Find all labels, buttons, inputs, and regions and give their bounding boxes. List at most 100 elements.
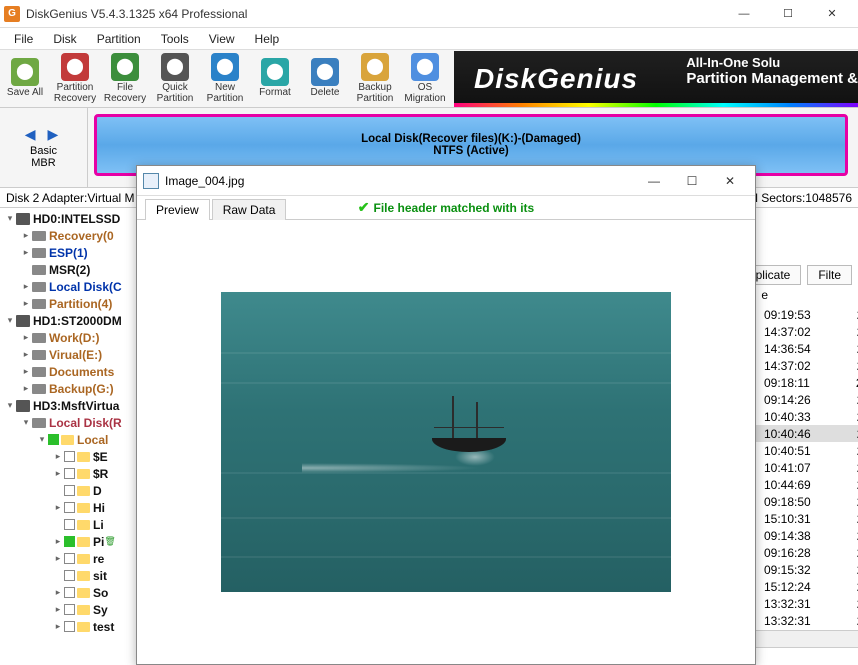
file-time: 15:10:31: [764, 512, 811, 526]
tab-rawdata[interactable]: Raw Data: [212, 199, 287, 220]
preview-minimize-button[interactable]: ―: [635, 167, 673, 195]
tree-checkbox[interactable]: [64, 451, 75, 462]
tree-checkbox[interactable]: [64, 570, 75, 581]
menu-tools[interactable]: Tools: [151, 30, 199, 48]
menu-partition[interactable]: Partition: [87, 30, 151, 48]
folder-icon: [77, 537, 90, 547]
tree-twist-icon[interactable]: ▸: [20, 383, 32, 394]
disk-icon: [32, 418, 46, 428]
tool-quick-part[interactable]: ⬤Quick Partition: [150, 51, 200, 107]
tool-file-recovery[interactable]: ⬤File Recovery: [100, 51, 150, 107]
filter-button[interactable]: Filte: [807, 265, 852, 285]
folder-icon: [77, 503, 90, 513]
tree-twist-icon[interactable]: ▸: [20, 349, 32, 360]
hdd-icon: [16, 213, 30, 225]
menu-view[interactable]: View: [199, 30, 245, 48]
tree-twist-icon[interactable]: ▾: [4, 400, 16, 411]
minimize-button[interactable]: ―: [722, 0, 766, 28]
file-time: 09:19:53: [764, 308, 811, 322]
tree-twist-icon[interactable]: ▸: [20, 332, 32, 343]
preview-file-icon: [143, 173, 159, 189]
tree-twist-icon[interactable]: ▸: [52, 621, 64, 632]
tree-twist-icon[interactable]: ▸: [52, 502, 64, 513]
folder-icon: [77, 469, 90, 479]
tree-twist-icon[interactable]: ▸: [52, 451, 64, 462]
tree-checkbox[interactable]: [64, 536, 75, 547]
tree-twist-icon[interactable]: ▸: [20, 366, 32, 377]
folder-icon: [77, 554, 90, 564]
tree-label: Work(D:): [49, 331, 99, 345]
tool-part-recovery[interactable]: ⬤Partition Recovery: [50, 51, 100, 107]
menubar: FileDiskPartitionToolsViewHelp: [0, 28, 858, 50]
folder-icon: [61, 435, 74, 445]
file-time: 09:14:38: [764, 529, 811, 543]
tree-checkbox[interactable]: [64, 502, 75, 513]
tree-checkbox[interactable]: [64, 553, 75, 564]
tool-backup[interactable]: ⬤Backup Partition: [350, 51, 400, 107]
menu-disk[interactable]: Disk: [43, 30, 86, 48]
disk-icon: [32, 299, 46, 309]
tool-label: File Recovery: [100, 83, 150, 104]
tree-twist-icon[interactable]: ▸: [20, 298, 32, 309]
menu-file[interactable]: File: [4, 30, 43, 48]
disk-icon: [32, 367, 46, 377]
preview-close-button[interactable]: ✕: [711, 167, 749, 195]
format-icon: ⬤: [261, 58, 289, 86]
backup-icon: ⬤: [361, 53, 389, 81]
tree-twist-icon[interactable]: ▾: [4, 315, 16, 326]
tree-twist-icon[interactable]: ▸: [20, 230, 32, 241]
file-time: 10:40:51: [764, 444, 811, 458]
tool-save-all[interactable]: ⬤ Save All: [0, 51, 50, 107]
tree-twist-icon[interactable]: ▸: [52, 604, 64, 615]
rainbow-divider: [454, 103, 858, 107]
tree-twist-icon[interactable]: ▾: [4, 213, 16, 224]
tree-twist-icon[interactable]: ▾: [20, 417, 32, 428]
nav-arrows[interactable]: ◀ ▶: [25, 126, 62, 143]
tree-checkbox[interactable]: [64, 604, 75, 615]
menu-help[interactable]: Help: [245, 30, 290, 48]
file-time: 09:15:32: [764, 563, 811, 577]
tool-os-migration[interactable]: ⬤OS Migration: [400, 51, 450, 107]
file-time: 15:12:24: [764, 580, 811, 594]
preview-body: [137, 220, 755, 664]
tree-twist-icon[interactable]: ▸: [52, 536, 64, 547]
tree-label: Local Disk(C: [49, 280, 122, 294]
tree-twist-icon[interactable]: ▸: [52, 553, 64, 564]
tree-twist-icon[interactable]: ▸: [52, 587, 64, 598]
file-time: 09:14:26: [764, 393, 811, 407]
tree-checkbox[interactable]: [64, 468, 75, 479]
tool-delete[interactable]: ⬤Delete: [300, 51, 350, 107]
file-time: 13:32:31: [764, 597, 811, 611]
tree-label: Li: [93, 518, 104, 532]
tree-twist-icon[interactable]: ▸: [20, 281, 32, 292]
folder-icon: [77, 486, 90, 496]
quick-part-icon: ⬤: [161, 53, 189, 81]
preview-maximize-button[interactable]: ☐: [673, 167, 711, 195]
tree-twist-icon[interactable]: ▸: [52, 468, 64, 479]
tool-new-part[interactable]: ⬤New Partition: [200, 51, 250, 107]
tool-format[interactable]: ⬤Format: [250, 51, 300, 107]
preview-window: Image_004.jpg ― ☐ ✕ Preview Raw Data ✔ F…: [136, 165, 756, 665]
tree-checkbox[interactable]: [64, 621, 75, 632]
banner-title: DiskGenius: [474, 63, 638, 95]
tree-twist-icon[interactable]: ▾: [36, 434, 48, 445]
maximize-button[interactable]: ☐: [766, 0, 810, 28]
folder-icon: [77, 520, 90, 530]
tree-checkbox[interactable]: [64, 485, 75, 496]
disk-icon: [32, 333, 46, 343]
tree-checkbox[interactable]: [48, 434, 59, 445]
tree-label: Backup(G:): [49, 382, 114, 396]
tab-preview[interactable]: Preview: [145, 199, 210, 220]
titlebar: G DiskGenius V5.4.3.1325 x64 Professiona…: [0, 0, 858, 28]
save-all-icon: ⬤: [11, 58, 39, 86]
tree-label: HD3:MsftVirtua: [33, 399, 119, 413]
tool-label: Save All: [7, 88, 43, 99]
tree-label: ESP(1): [49, 246, 88, 260]
tree-checkbox[interactable]: [64, 519, 75, 530]
disk-icon: [32, 350, 46, 360]
preview-header-msg: ✔ File header matched with its: [358, 199, 534, 216]
tree-checkbox[interactable]: [64, 587, 75, 598]
close-button[interactable]: ✕: [810, 0, 854, 28]
tree-label: Partition(4): [49, 297, 112, 311]
tree-twist-icon[interactable]: ▸: [20, 247, 32, 258]
